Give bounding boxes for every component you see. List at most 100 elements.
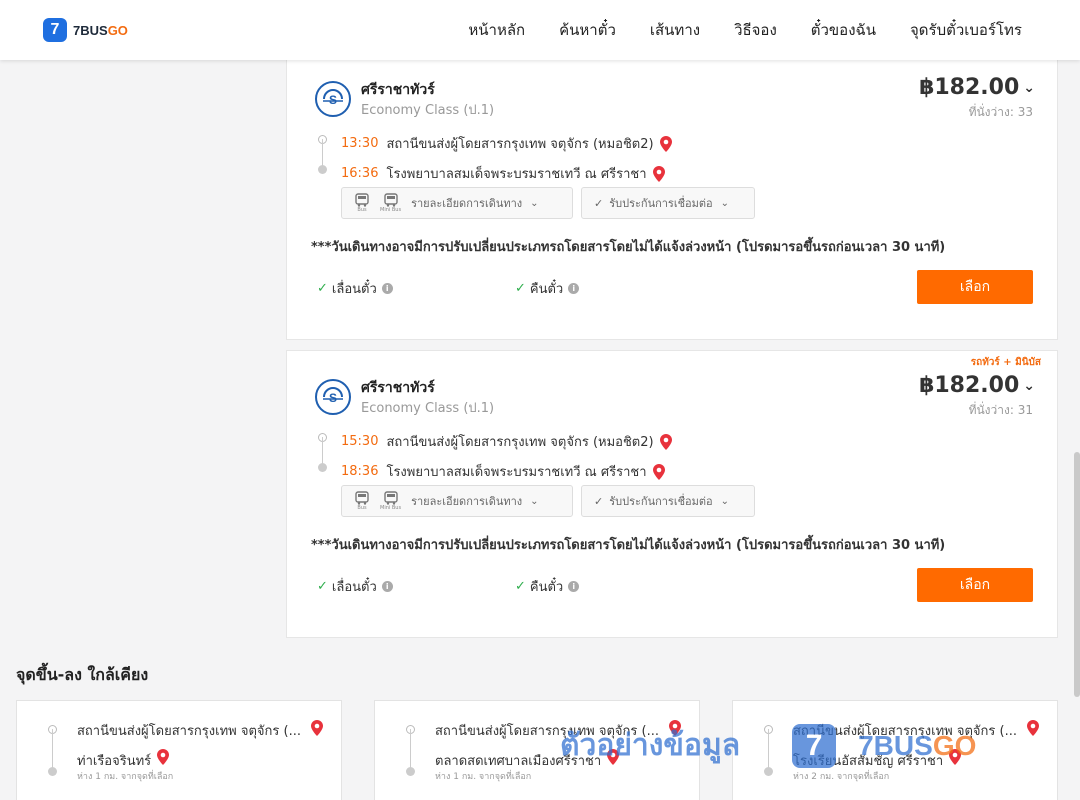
change-ticket-feature: ✓ เลื่อนตั๋ว i <box>317 278 393 299</box>
map-pin-icon[interactable] <box>311 720 323 736</box>
route-line <box>322 437 323 465</box>
arrival-stop[interactable]: 18:36 โรงพยาบาลสมเด็จพระบรมราชเทวี ณ ศรี… <box>341 461 665 482</box>
nav-my-tickets[interactable]: ตั๋วของฉัน <box>811 18 876 42</box>
info-icon[interactable]: i <box>568 581 580 592</box>
refund-ticket-feature: ✓ คืนตั๋ว i <box>515 278 580 299</box>
info-icon[interactable]: i <box>381 581 393 592</box>
check-icon: ✓ <box>515 281 526 296</box>
chevron-down-icon: ⌄ <box>720 197 730 209</box>
vehicle-type-tag: รถทัวร์ + มินิบัส <box>970 357 1041 368</box>
chevron-down-icon: ⌄ <box>720 495 730 507</box>
main-nav: หน้าหลัก ค้นหาตั๋ว เส้นทาง วิธีจอง ตั๋วข… <box>434 0 1022 60</box>
nearby-stop-card[interactable]: สถานีขนส่งผู้โดยสารกรุงเทพ จตุจักร (... … <box>374 700 700 800</box>
route-line <box>410 729 411 769</box>
departure-stop[interactable]: 15:30 สถานีขนส่งผู้โดยสารกรุงเทพ จตุจักร… <box>341 431 672 452</box>
route-line <box>768 729 769 769</box>
change-ticket-feature: ✓ เลื่อนตั๋ว i <box>317 576 393 597</box>
route-end-dot <box>764 767 773 776</box>
map-pin-icon[interactable] <box>1027 720 1039 736</box>
refund-ticket-feature: ✓ คืนตั๋ว i <box>515 576 580 597</box>
map-pin-icon[interactable] <box>652 165 665 182</box>
route-details-button[interactable]: Bus Mini Bus รายละเอียดการเดินทาง ⌄ <box>341 187 573 219</box>
nearby-stop-card[interactable]: สถานีขนส่งผู้โดยสารกรุงเทพ จตุจักร (... … <box>16 700 342 800</box>
check-icon: ✓ <box>594 494 604 508</box>
arrival-time: 16:36 <box>341 166 379 181</box>
map-pin-icon[interactable] <box>157 749 170 765</box>
route-line <box>52 729 53 769</box>
site-logo[interactable]: 7 7BUSGO <box>43 18 128 42</box>
minibus-icon: Mini Bus <box>380 193 401 213</box>
refund-ticket-label: คืนตั๋ว <box>529 580 564 595</box>
top-header: 7 7BUSGO หน้าหลัก ค้นหาตั๋ว เส้นทาง วิธี… <box>0 0 1080 60</box>
route-end-dot <box>318 463 327 472</box>
map-pin-icon[interactable] <box>659 433 672 450</box>
map-pin-icon[interactable] <box>659 135 672 152</box>
chevron-down-icon: ⌄ <box>1023 377 1035 394</box>
operator-name: ศรีราชาทัวร์ <box>361 82 435 98</box>
trip-notice: ***วันเดินทางอาจมีการปรับเปลี่ยนประเภทรถ… <box>311 240 946 255</box>
fare-price[interactable]: ฿182.00 ⌄ <box>919 75 1035 100</box>
connection-guarantee-button[interactable]: ✓ รับประกันการเชื่อมต่อ ⌄ <box>581 187 755 219</box>
route-end-dot <box>318 165 327 174</box>
select-trip-button[interactable]: เลือก <box>917 270 1033 304</box>
nav-ticket-pickup-phone[interactable]: จุดรับตั๋วเบอร์โทร <box>910 18 1022 42</box>
arrival-stop[interactable]: 16:36 โรงพยาบาลสมเด็จพระบรมราชเทวี ณ ศรี… <box>341 163 665 184</box>
nearby-distance: ห่าง 1 กม. จากจุดที่เลือก <box>77 772 174 782</box>
nearby-to: โรงเรียนอัสสัมชัญ ศรีราชา <box>793 749 962 771</box>
connection-guarantee-button[interactable]: ✓ รับประกันการเชื่อมต่อ ⌄ <box>581 485 755 517</box>
map-pin-icon[interactable] <box>669 720 681 736</box>
check-icon: ✓ <box>515 579 526 594</box>
map-pin-icon[interactable] <box>652 463 665 480</box>
departure-time: 15:30 <box>341 434 379 449</box>
available-seats: ที่นั่งว่าง: 33 <box>968 105 1033 119</box>
select-trip-button[interactable]: เลือก <box>917 568 1033 602</box>
nearby-stop-card[interactable]: สถานีขนส่งผู้โดยสารกรุงเทพ จตุจักร (... … <box>732 700 1058 800</box>
fare-price[interactable]: ฿182.00 ⌄ <box>919 373 1035 398</box>
page-scrollbar[interactable] <box>1074 452 1080 697</box>
connection-guarantee-label: รับประกันการเชื่อมต่อ <box>609 197 713 210</box>
refund-ticket-label: คืนตั๋ว <box>529 282 564 297</box>
route-details-label: รายละเอียดการเดินทาง <box>411 495 523 508</box>
departure-place: สถานีขนส่งผู้โดยสารกรุงเทพ จตุจักร (หมอช… <box>386 137 654 152</box>
svg-text:S: S <box>329 391 337 405</box>
check-icon: ✓ <box>594 196 604 210</box>
route-details-label: รายละเอียดการเดินทาง <box>411 197 523 210</box>
arrival-time: 18:36 <box>341 464 379 479</box>
nearby-from: สถานีขนส่งผู้โดยสารกรุงเทพ จตุจักร (... <box>793 724 1017 739</box>
bus-icon: Bus <box>354 193 370 213</box>
svg-text:S: S <box>329 93 337 107</box>
trip-card: รถทัวร์ + มินิบัส S ศรีราชาทัวร์ Economy… <box>286 350 1058 638</box>
info-icon[interactable]: i <box>381 283 393 294</box>
logo-text: 7BUSGO <box>73 22 128 38</box>
route-end-dot <box>48 767 57 776</box>
check-icon: ✓ <box>317 579 328 594</box>
departure-place: สถานีขนส่งผู้โดยสารกรุงเทพ จตุจักร (หมอช… <box>386 435 654 450</box>
chevron-down-icon: ⌄ <box>530 495 539 507</box>
nav-routes[interactable]: เส้นทาง <box>650 18 700 42</box>
nearby-distance: ห่าง 2 กม. จากจุดที่เลือก <box>793 772 890 782</box>
seat-class: Economy Class (ป.1) <box>361 401 495 416</box>
operator-logo-icon: S <box>315 81 351 117</box>
arrival-place: โรงพยาบาลสมเด็จพระบรมราชเทวี ณ ศรีราชา <box>386 465 647 480</box>
info-icon[interactable]: i <box>568 283 580 294</box>
route-details-button[interactable]: Bus Mini Bus รายละเอียดการเดินทาง ⌄ <box>341 485 573 517</box>
nav-home[interactable]: หน้าหลัก <box>468 18 525 42</box>
map-pin-icon[interactable] <box>949 749 962 765</box>
operator-logo-icon: S <box>315 379 351 415</box>
trip-card: รถทัวร์ + มินิบัส S ศรีราชาทัวร์ Economy… <box>286 51 1058 340</box>
nav-how-to-book[interactable]: วิธีจอง <box>734 18 777 42</box>
change-ticket-label: เลื่อนตั๋ว <box>331 580 377 595</box>
nearby-distance: ห่าง 1 กม. จากจุดที่เลือก <box>435 772 532 782</box>
arrival-place: โรงพยาบาลสมเด็จพระบรมราชเทวี ณ ศรีราชา <box>386 167 647 182</box>
operator-name: ศรีราชาทัวร์ <box>361 380 435 396</box>
minibus-icon: Mini Bus <box>380 491 401 511</box>
seat-class: Economy Class (ป.1) <box>361 103 495 118</box>
departure-time: 13:30 <box>341 136 379 151</box>
chevron-down-icon: ⌄ <box>1023 79 1035 96</box>
bus-icon: Bus <box>354 491 370 511</box>
trip-notice: ***วันเดินทางอาจมีการปรับเปลี่ยนประเภทรถ… <box>311 538 946 553</box>
connection-guarantee-label: รับประกันการเชื่อมต่อ <box>609 495 713 508</box>
nav-search-tickets[interactable]: ค้นหาตั๋ว <box>559 18 616 42</box>
departure-stop[interactable]: 13:30 สถานีขนส่งผู้โดยสารกรุงเทพ จตุจักร… <box>341 133 672 154</box>
map-pin-icon[interactable] <box>607 749 620 765</box>
